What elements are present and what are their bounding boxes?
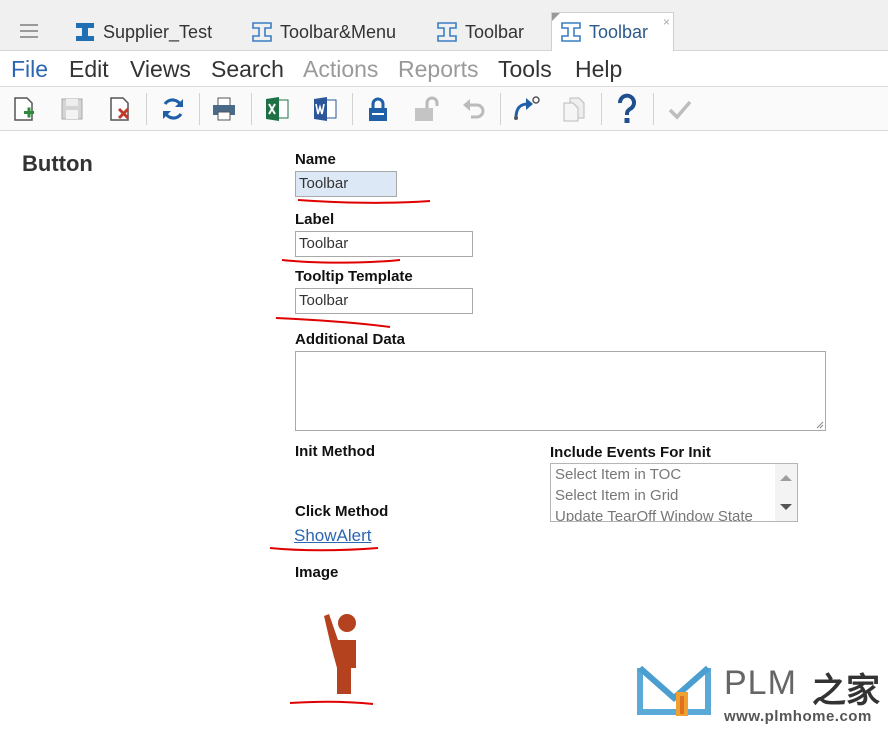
menu-search[interactable]: Search — [211, 56, 284, 83]
watermark-brand: PLM — [724, 664, 797, 702]
toolbar — [0, 87, 888, 131]
lock-icon — [369, 97, 387, 121]
toolbar-separator — [146, 93, 147, 125]
tab-corner-marker — [552, 13, 560, 21]
export-excel-icon — [266, 97, 289, 121]
include-events-label: Include Events For Init — [550, 444, 711, 461]
hamburger-menu-icon[interactable] — [20, 24, 38, 38]
form-icon — [561, 22, 581, 42]
underline-label — [281, 259, 401, 264]
help-icon — [618, 93, 636, 123]
print-icon — [213, 97, 235, 121]
promote-button[interactable] — [510, 93, 542, 125]
export-word-button[interactable] — [309, 93, 341, 125]
underline-name — [297, 199, 431, 204]
save-icon — [61, 98, 83, 120]
underline-tooltip — [275, 317, 391, 328]
additional-data-textarea[interactable] — [295, 351, 826, 431]
undo-icon — [463, 99, 485, 119]
menu-tools[interactable]: Tools — [498, 56, 552, 83]
list-item[interactable]: Select Item in Grid — [551, 485, 797, 506]
tab-toolbar[interactable]: Toolbar — [428, 12, 532, 52]
scroll-up-icon[interactable] — [780, 475, 792, 481]
unlock-button[interactable] — [410, 93, 442, 125]
menu-reports[interactable]: Reports — [398, 56, 479, 83]
done-icon — [668, 100, 692, 120]
init-method-label: Init Method — [295, 443, 375, 460]
tooltip-template-label: Tooltip Template — [295, 268, 413, 285]
name-label: Name — [295, 151, 336, 168]
undo-button[interactable] — [458, 93, 490, 125]
name-field[interactable]: Toolbar — [295, 171, 397, 197]
click-method-label: Click Method — [295, 503, 389, 520]
delete-button[interactable] — [104, 93, 136, 125]
tab-supplier-test[interactable]: Supplier_Test — [66, 12, 220, 52]
toolbar-separator — [251, 93, 252, 125]
save-button[interactable] — [56, 93, 88, 125]
list-item[interactable]: Update TearOff Window State — [551, 506, 797, 521]
unlock-icon — [415, 96, 439, 121]
close-tab-icon[interactable]: × — [663, 15, 670, 29]
menu-actions[interactable]: Actions — [303, 56, 378, 83]
export-word-icon — [314, 97, 337, 121]
tab-label: Supplier_Test — [103, 21, 213, 42]
toolbar-separator — [352, 93, 353, 125]
resize-grip-icon[interactable] — [816, 421, 824, 429]
menu-edit[interactable]: Edit — [69, 56, 109, 83]
underline-image — [289, 700, 374, 705]
plmhome-logo-icon — [637, 665, 711, 716]
include-events-listbox[interactable]: Select Item in TOC Select Item in Grid U… — [550, 463, 798, 522]
new-item-icon — [14, 97, 34, 121]
toolbar-separator — [500, 93, 501, 125]
section-title: Button — [22, 151, 93, 176]
toolbar-separator — [653, 93, 654, 125]
presenter-image-icon[interactable] — [320, 610, 366, 696]
tab-toolbar-menu[interactable]: Toolbar&Menu — [243, 12, 404, 52]
export-excel-button[interactable] — [261, 93, 293, 125]
form-icon — [252, 22, 272, 42]
click-method-link[interactable]: ShowAlert — [294, 526, 371, 546]
label-label: Label — [295, 211, 335, 228]
itemtype-icon — [76, 23, 94, 41]
promote-icon — [514, 96, 540, 120]
list-item[interactable]: Select Item in TOC — [551, 464, 797, 485]
tooltip-template-field[interactable]: Toolbar — [295, 288, 473, 314]
image-label: Image — [295, 564, 339, 581]
label-field[interactable]: Toolbar — [295, 231, 473, 257]
tab-toolbar-active[interactable]: Toolbar × — [551, 12, 674, 52]
refresh-icon — [163, 98, 183, 120]
help-button[interactable] — [611, 93, 643, 125]
tab-label: Toolbar — [465, 21, 525, 42]
additional-data-label: Additional Data — [295, 331, 406, 348]
copy-icon — [563, 97, 585, 122]
watermark-url: www.plmhome.com — [724, 708, 872, 725]
done-button[interactable] — [664, 93, 696, 125]
watermark-brand-cn: 之家 — [812, 672, 880, 710]
form-icon — [437, 22, 457, 42]
refresh-button[interactable] — [157, 93, 189, 125]
tab-strip: Supplier_Test Toolbar&Menu Toolbar Toolb… — [0, 0, 888, 52]
toolbar-separator — [601, 93, 602, 125]
lock-button[interactable] — [362, 93, 394, 125]
toolbar-separator — [199, 93, 200, 125]
scroll-down-icon[interactable] — [780, 504, 792, 510]
print-button[interactable] — [208, 93, 240, 125]
menu-file[interactable]: File — [11, 56, 48, 83]
new-item-button[interactable] — [8, 93, 40, 125]
menu-views[interactable]: Views — [130, 56, 191, 83]
menu-bar: File Edit Views Search Actions Reports T… — [0, 51, 888, 87]
underline-click-method — [269, 547, 379, 552]
tab-label: Toolbar — [589, 21, 649, 42]
copy-button[interactable] — [558, 93, 590, 125]
listbox-scrollbar[interactable] — [775, 464, 797, 521]
menu-help[interactable]: Help — [575, 56, 622, 83]
delete-icon — [110, 97, 130, 121]
tab-label: Toolbar&Menu — [280, 21, 397, 42]
